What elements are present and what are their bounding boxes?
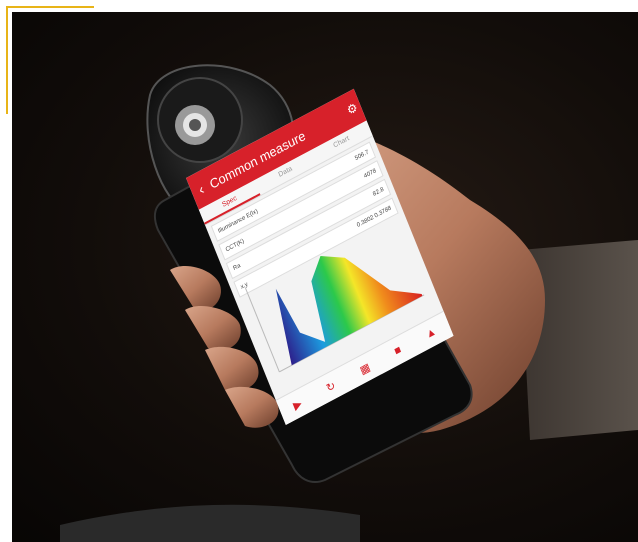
corner-accent-horizontal [6, 6, 94, 8]
repeat-icon[interactable]: ↻ [324, 378, 338, 395]
play-icon[interactable]: ▶ [291, 396, 304, 412]
pdf-icon[interactable]: ■ [393, 344, 403, 358]
dark-object [60, 504, 360, 542]
frame-border-top [0, 0, 638, 12]
corner-accent-vertical [6, 6, 8, 114]
photo: ‹ Common measure ⚙ Spec Data Chart Illum… [0, 0, 638, 542]
chart-icon[interactable]: ▲ [424, 325, 438, 341]
grid-icon[interactable]: ▦ [358, 360, 372, 377]
